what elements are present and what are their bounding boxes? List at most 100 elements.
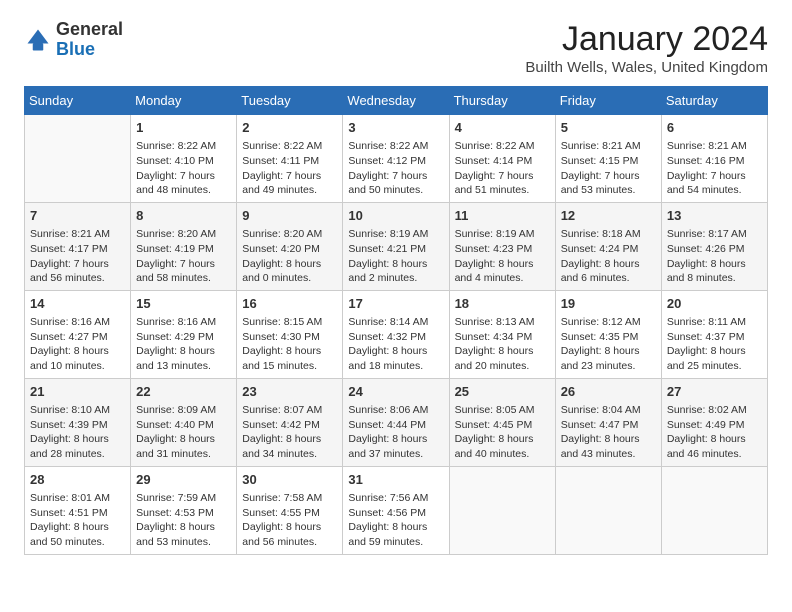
calendar-cell: 4Sunrise: 8:22 AMSunset: 4:14 PMDaylight… <box>449 115 555 203</box>
day-number: 22 <box>136 383 231 401</box>
calendar-cell: 30 Sunrise: 7:58 AMSunset: 4:55 PMDayligh… <box>237 466 343 554</box>
day-info: Sunrise: 8:12 AMSunset: 4:35 PMDaylight:… <box>561 315 656 374</box>
day-info: Sunrise: 8:11 AMSunset: 4:37 PMDaylight:… <box>667 315 762 374</box>
day-info: Sunrise: 8:19 AMSunset: 4:23 PMDaylight:… <box>455 227 550 286</box>
calendar-cell: 12Sunrise: 8:18 AMSunset: 4:24 PMDayligh… <box>555 202 661 290</box>
page-header: General Blue January 2024 Builth Wells, … <box>24 20 768 76</box>
day-info: Sunrise: 8:22 AMSunset: 4:10 PMDaylight:… <box>136 139 231 198</box>
calendar-cell: 20 Sunrise: 8:11 AMSunset: 4:37 PMDayligh… <box>661 290 767 378</box>
calendar-cell: 15 Sunrise: 8:16 AMSunset: 4:29 PMDayligh… <box>131 290 237 378</box>
day-info: Sunrise: 8:09 AMSunset: 4:40 PMDaylight:… <box>136 403 231 462</box>
day-info: Sunrise: 8:01 AMSunset: 4:51 PMDaylight:… <box>30 491 125 550</box>
weekday-header-row: SundayMondayTuesdayWednesdayThursdayFrid… <box>25 87 768 115</box>
day-number: 9 <box>242 207 337 225</box>
logo-icon <box>24 26 52 54</box>
calendar-cell: 3 Sunrise: 8:22 AMSunset: 4:12 PMDaylight… <box>343 115 449 203</box>
day-number: 10 <box>348 207 443 225</box>
day-number: 1 <box>136 119 231 137</box>
day-number: 12 <box>561 207 656 225</box>
calendar-cell <box>449 466 555 554</box>
calendar-cell <box>555 466 661 554</box>
day-info: Sunrise: 8:16 AMSunset: 4:29 PMDaylight:… <box>136 315 231 374</box>
calendar-week-2: 7 Sunrise: 8:21 AMSunset: 4:17 PMDaylight… <box>25 202 768 290</box>
day-info: Sunrise: 8:21 AMSunset: 4:15 PMDaylight:… <box>561 139 656 198</box>
calendar-cell: 10 Sunrise: 8:19 AMSunset: 4:21 PMDayligh… <box>343 202 449 290</box>
calendar-cell: 9 Sunrise: 8:20 AMSunset: 4:20 PMDaylight… <box>237 202 343 290</box>
calendar-cell: 28 Sunrise: 8:01 AMSunset: 4:51 PMDayligh… <box>25 466 131 554</box>
calendar-cell: 31 Sunrise: 7:56 AMSunset: 4:56 PMDayligh… <box>343 466 449 554</box>
day-info: Sunrise: 7:56 AMSunset: 4:56 PMDaylight:… <box>348 491 443 550</box>
day-number: 27 <box>667 383 762 401</box>
calendar-cell: 13Sunrise: 8:17 AMSunset: 4:26 PMDayligh… <box>661 202 767 290</box>
calendar-cell: 17Sunrise: 8:14 AMSunset: 4:32 PMDayligh… <box>343 290 449 378</box>
calendar-title: January 2024 <box>525 20 768 59</box>
calendar-cell: 5 Sunrise: 8:21 AMSunset: 4:15 PMDaylight… <box>555 115 661 203</box>
calendar-table: SundayMondayTuesdayWednesdayThursdayFrid… <box>24 86 768 555</box>
calendar-cell: 25 Sunrise: 8:05 AMSunset: 4:45 PMDayligh… <box>449 378 555 466</box>
day-info: Sunrise: 8:19 AMSunset: 4:21 PMDaylight:… <box>348 227 443 286</box>
calendar-cell: 23Sunrise: 8:07 AMSunset: 4:42 PMDayligh… <box>237 378 343 466</box>
day-number: 6 <box>667 119 762 137</box>
calendar-cell <box>661 466 767 554</box>
logo-general-text: General <box>56 19 123 39</box>
calendar-week-3: 14 Sunrise: 8:16 AMSunset: 4:27 PMDayligh… <box>25 290 768 378</box>
calendar-cell: 16Sunrise: 8:15 AMSunset: 4:30 PMDayligh… <box>237 290 343 378</box>
logo: General Blue <box>24 20 123 60</box>
logo-blue-text: Blue <box>56 39 95 59</box>
day-number: 31 <box>348 471 443 489</box>
calendar-cell: 19 Sunrise: 8:12 AMSunset: 4:35 PMDayligh… <box>555 290 661 378</box>
calendar-cell: 7 Sunrise: 8:21 AMSunset: 4:17 PMDaylight… <box>25 202 131 290</box>
calendar-cell: 2Sunrise: 8:22 AMSunset: 4:11 PMDaylight… <box>237 115 343 203</box>
calendar-cell: 14 Sunrise: 8:16 AMSunset: 4:27 PMDayligh… <box>25 290 131 378</box>
calendar-cell: 27 Sunrise: 8:02 AMSunset: 4:49 PMDayligh… <box>661 378 767 466</box>
calendar-cell: 18Sunrise: 8:13 AMSunset: 4:34 PMDayligh… <box>449 290 555 378</box>
day-number: 17 <box>348 295 443 313</box>
day-number: 11 <box>455 207 550 225</box>
day-number: 16 <box>242 295 337 313</box>
day-info: Sunrise: 7:59 AMSunset: 4:53 PMDaylight:… <box>136 491 231 550</box>
day-info: Sunrise: 8:21 AMSunset: 4:17 PMDaylight:… <box>30 227 125 286</box>
day-number: 29 <box>136 471 231 489</box>
day-number: 26 <box>561 383 656 401</box>
day-number: 30 <box>242 471 337 489</box>
day-info: Sunrise: 8:02 AMSunset: 4:49 PMDaylight:… <box>667 403 762 462</box>
day-number: 4 <box>455 119 550 137</box>
day-number: 8 <box>136 207 231 225</box>
day-info: Sunrise: 8:05 AMSunset: 4:45 PMDaylight:… <box>455 403 550 462</box>
day-number: 23 <box>242 383 337 401</box>
day-number: 24 <box>348 383 443 401</box>
day-info: Sunrise: 8:17 AMSunset: 4:26 PMDaylight:… <box>667 227 762 286</box>
day-number: 3 <box>348 119 443 137</box>
day-info: Sunrise: 8:06 AMSunset: 4:44 PMDaylight:… <box>348 403 443 462</box>
weekday-header-wednesday: Wednesday <box>343 87 449 115</box>
day-number: 14 <box>30 295 125 313</box>
calendar-cell: 6 Sunrise: 8:21 AMSunset: 4:16 PMDaylight… <box>661 115 767 203</box>
day-info: Sunrise: 8:20 AMSunset: 4:19 PMDaylight:… <box>136 227 231 286</box>
day-info: Sunrise: 8:16 AMSunset: 4:27 PMDaylight:… <box>30 315 125 374</box>
weekday-header-saturday: Saturday <box>661 87 767 115</box>
calendar-cell: 29 Sunrise: 7:59 AMSunset: 4:53 PMDayligh… <box>131 466 237 554</box>
day-number: 5 <box>561 119 656 137</box>
calendar-week-1: 1 Sunrise: 8:22 AMSunset: 4:10 PMDaylight… <box>25 115 768 203</box>
day-number: 15 <box>136 295 231 313</box>
day-number: 7 <box>30 207 125 225</box>
day-number: 28 <box>30 471 125 489</box>
day-info: Sunrise: 8:20 AMSunset: 4:20 PMDaylight:… <box>242 227 337 286</box>
weekday-header-thursday: Thursday <box>449 87 555 115</box>
day-info: Sunrise: 8:21 AMSunset: 4:16 PMDaylight:… <box>667 139 762 198</box>
calendar-week-4: 21Sunrise: 8:10 AMSunset: 4:39 PMDayligh… <box>25 378 768 466</box>
calendar-cell: 21Sunrise: 8:10 AMSunset: 4:39 PMDayligh… <box>25 378 131 466</box>
calendar-cell: 24 Sunrise: 8:06 AMSunset: 4:44 PMDayligh… <box>343 378 449 466</box>
calendar-cell: 8 Sunrise: 8:20 AMSunset: 4:19 PMDaylight… <box>131 202 237 290</box>
calendar-week-5: 28 Sunrise: 8:01 AMSunset: 4:51 PMDayligh… <box>25 466 768 554</box>
calendar-cell <box>25 115 131 203</box>
weekday-header-sunday: Sunday <box>25 87 131 115</box>
day-number: 2 <box>242 119 337 137</box>
calendar-cell: 22 Sunrise: 8:09 AMSunset: 4:40 PMDayligh… <box>131 378 237 466</box>
day-info: Sunrise: 7:58 AMSunset: 4:55 PMDaylight:… <box>242 491 337 550</box>
day-number: 19 <box>561 295 656 313</box>
day-number: 25 <box>455 383 550 401</box>
day-info: Sunrise: 8:22 AMSunset: 4:12 PMDaylight:… <box>348 139 443 198</box>
calendar-cell: 26Sunrise: 8:04 AMSunset: 4:47 PMDayligh… <box>555 378 661 466</box>
day-number: 20 <box>667 295 762 313</box>
